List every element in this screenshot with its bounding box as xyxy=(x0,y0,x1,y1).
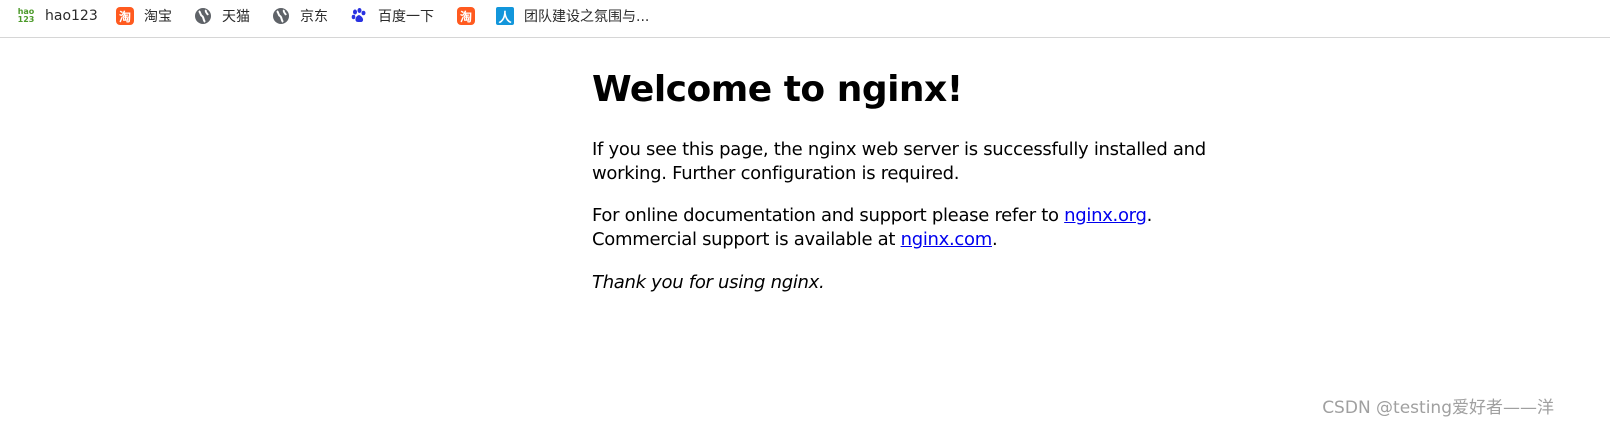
nginx-org-link[interactable]: nginx.org xyxy=(1064,205,1147,226)
bookmark-label: 百度一下 xyxy=(378,9,434,25)
globe-icon xyxy=(272,7,290,25)
bookmark-tmall[interactable]: 天猫 xyxy=(194,5,250,27)
bookmark-label: 天猫 xyxy=(222,9,250,25)
documentation-paragraph: For online documentation and support ple… xyxy=(592,204,1232,252)
install-message: If you see this page, the nginx web serv… xyxy=(592,139,1206,184)
doc-period: . xyxy=(1146,205,1153,226)
bookmark-taobao-2[interactable]: 淘 xyxy=(457,5,485,27)
bookmark-label: hao123 xyxy=(45,8,98,24)
bookmark-hao123[interactable]: hao 123 hao123 xyxy=(17,5,98,27)
doc-text: For online documentation and support ple… xyxy=(592,205,1065,226)
nginx-welcome-content: Welcome to nginx! If you see this page, … xyxy=(592,58,1232,293)
bookmark-taobao[interactable]: 淘 淘宝 xyxy=(116,5,172,27)
taobao-icon: 淘 xyxy=(457,7,475,25)
csdn-watermark: CSDN @testing爱好者——洋 xyxy=(1322,398,1554,418)
bookmark-label: 淘宝 xyxy=(144,9,172,25)
globe-icon xyxy=(194,7,212,25)
bookmark-jd[interactable]: 京东 xyxy=(272,5,328,27)
hao123-icon: hao 123 xyxy=(17,7,35,24)
page-title: Welcome to nginx! xyxy=(592,69,963,110)
thank-you-message: Thank you for using nginx. xyxy=(592,272,825,293)
baidu-paw-icon xyxy=(350,7,368,25)
nginx-com-link[interactable]: nginx.com xyxy=(901,229,993,250)
ren-icon: 人 xyxy=(496,7,514,26)
bookmarks-bar: hao 123 hao123 淘 淘宝 天猫 京东 百度一下 淘 人 团队建设之氛… xyxy=(0,0,1610,38)
support-period: . xyxy=(991,229,998,250)
bookmark-baidu[interactable]: 百度一下 xyxy=(350,5,434,27)
support-text: Commercial support is available at xyxy=(592,229,901,250)
bookmark-label: 团队建设之氛围与... xyxy=(524,9,650,25)
taobao-icon: 淘 xyxy=(116,7,134,25)
bookmark-label: 京东 xyxy=(300,9,328,25)
bookmark-team-building[interactable]: 人 团队建设之氛围与... xyxy=(496,5,649,27)
